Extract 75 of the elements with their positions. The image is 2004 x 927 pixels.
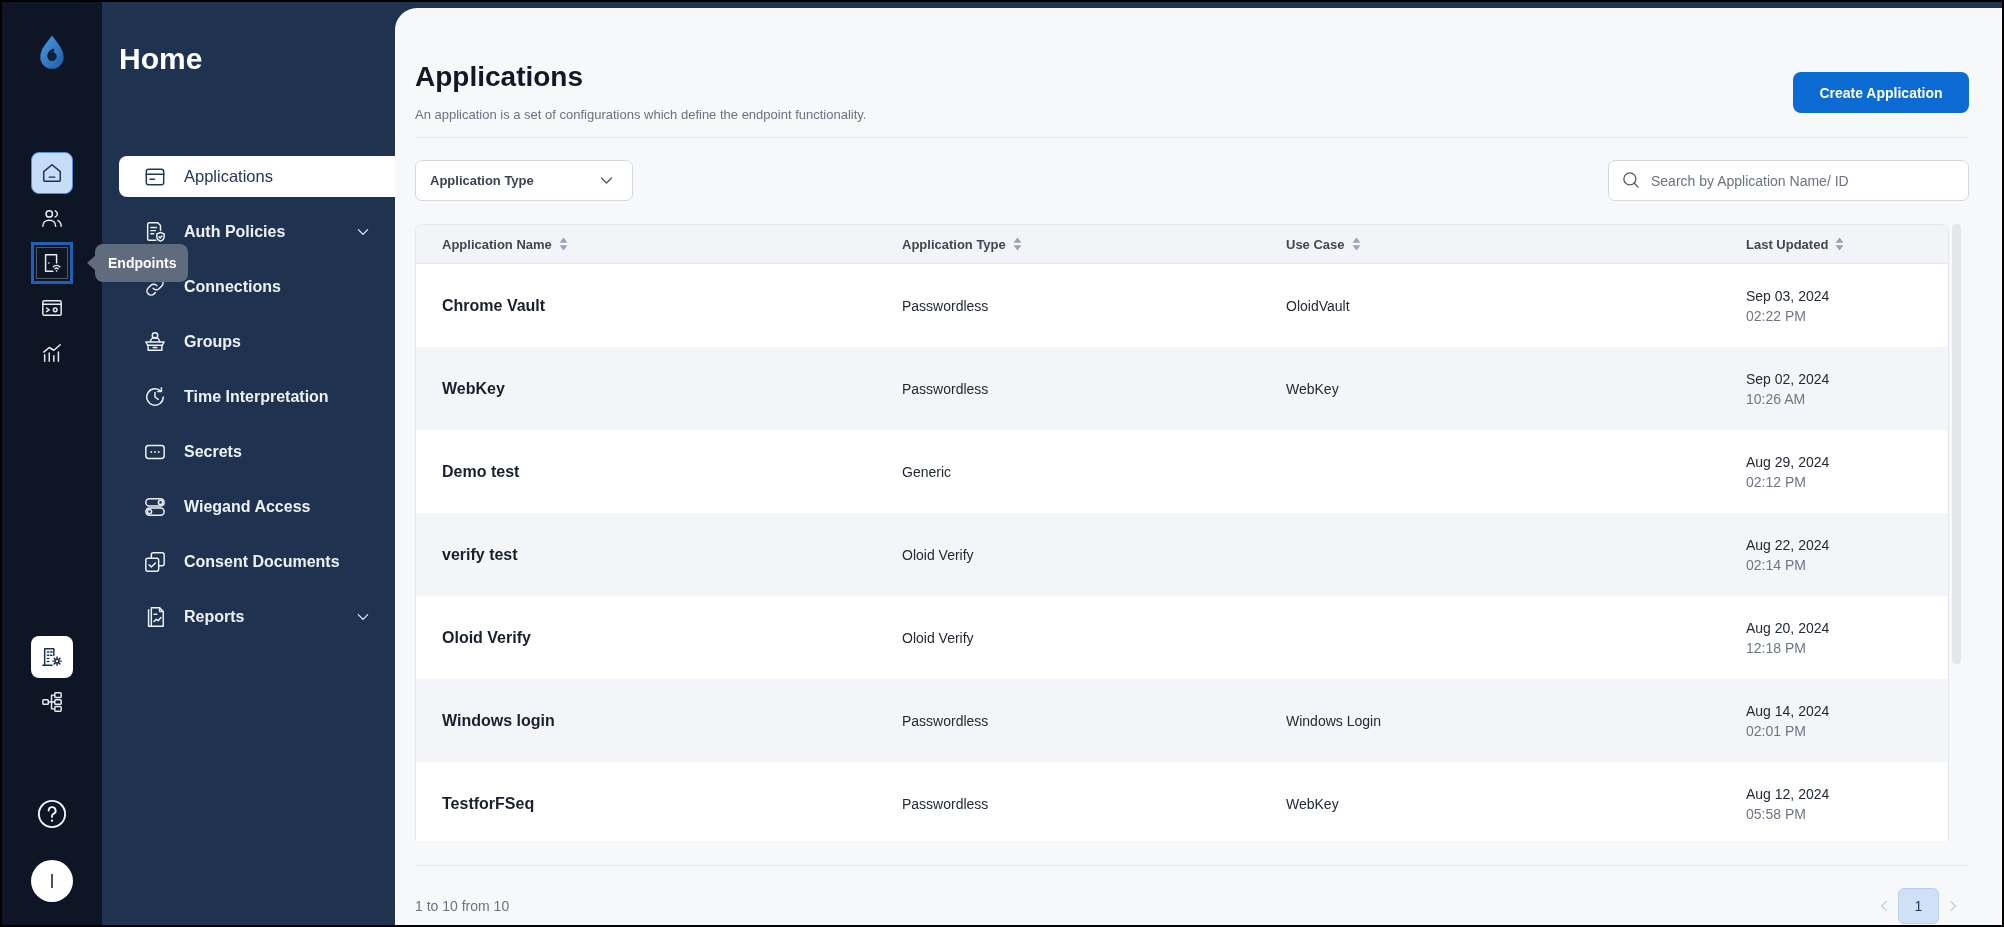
rail-button[interactable]: [31, 636, 73, 678]
clock-icon: [144, 385, 166, 408]
hierarchy-icon: [41, 691, 63, 713]
nav-item[interactable]: Applications: [119, 156, 395, 197]
updated-time: 02:01 PM: [1746, 721, 1807, 741]
create-application-button[interactable]: Create Application: [1793, 72, 1969, 113]
page-button[interactable]: 1: [1898, 888, 1939, 924]
use-case: Windows Login: [1286, 712, 1381, 729]
table-row[interactable]: Windows login Passwordless Windows Login Aug 14, 2024 02:01 PM: [416, 679, 1948, 762]
sidebar-title: Home: [119, 41, 203, 77]
window-icon: [144, 165, 166, 188]
updated-date: Aug 12, 2024: [1746, 784, 1830, 804]
column-header[interactable]: Use Case: [1286, 236, 1361, 252]
help-button[interactable]: [37, 799, 67, 829]
users-icon: [41, 207, 63, 229]
application-type: Passwordless: [902, 712, 989, 729]
updated-date: Sep 02, 2024: [1746, 369, 1830, 389]
column-header[interactable]: Application Name: [442, 236, 568, 252]
application-name: Chrome Vault: [442, 296, 546, 315]
updated-date: Aug 14, 2024: [1746, 701, 1830, 721]
drop-logo: [38, 35, 66, 70]
nav-item[interactable]: Groups: [119, 321, 395, 362]
building-gear-icon: [41, 646, 63, 668]
nav-item[interactable]: Wiegand Access: [119, 486, 395, 527]
application-type: Passwordless: [902, 795, 989, 812]
updated-time: 12:18 PM: [1746, 638, 1807, 658]
toggles-icon: [144, 495, 166, 518]
application-type: Generic: [902, 463, 952, 480]
application-type: Oloid Verify: [902, 629, 974, 646]
application-name: Demo test: [442, 462, 520, 481]
table-row[interactable]: WebKey Passwordless WebKey Sep 02, 2024 10:26 AM: [416, 347, 1948, 430]
updated-time: 02:22 PM: [1746, 306, 1807, 326]
use-case: WebKey: [1286, 380, 1339, 397]
terminal-icon: [41, 297, 63, 319]
column-header[interactable]: Last Updated: [1746, 236, 1845, 252]
avatar[interactable]: I: [31, 860, 73, 902]
application-name: TestforFSeq: [442, 794, 535, 813]
table-row[interactable]: verify test Oloid Verify Aug 22, 2024 02:14 PM: [416, 513, 1948, 596]
application-type: Passwordless: [902, 380, 989, 397]
filter-dropdown[interactable]: Application Type: [415, 160, 633, 201]
help-icon: [37, 799, 67, 829]
copy-check-icon: [144, 550, 166, 573]
use-case: OloidVault: [1286, 297, 1350, 314]
home-icon: [41, 162, 63, 184]
page-subtitle: An application is a set of configurations which define the endpoint functionality.: [415, 106, 867, 124]
document-shield-icon: [144, 220, 166, 243]
updated-date: Aug 29, 2024: [1746, 452, 1830, 472]
updated-time: 02:14 PM: [1746, 555, 1807, 575]
updated-time: 05:58 PM: [1746, 804, 1807, 824]
application-name: verify test: [442, 545, 518, 564]
use-case: WebKey: [1286, 795, 1339, 812]
nav-item[interactable]: Consent Documents: [119, 541, 395, 582]
application-name: WebKey: [442, 379, 505, 398]
updated-date: Aug 22, 2024: [1746, 535, 1830, 555]
page-title: Applications: [415, 60, 583, 94]
column-header[interactable]: Application Type: [902, 236, 1022, 252]
rail-button[interactable]: [31, 152, 73, 194]
search-field[interactable]: Search by Application Name/ ID: [1608, 160, 1969, 201]
chart-icon: [41, 342, 63, 364]
application-name: Windows login: [442, 711, 555, 730]
nav-item[interactable]: Secrets: [119, 431, 395, 472]
updated-date: Sep 03, 2024: [1746, 286, 1830, 306]
application-name: Oloid Verify: [442, 628, 531, 647]
nav-item[interactable]: Reports: [119, 596, 395, 637]
nav-item[interactable]: Time Interpretation: [119, 376, 395, 417]
updated-time: 02:12 PM: [1746, 472, 1807, 492]
updated-date: Aug 20, 2024: [1746, 618, 1830, 638]
person-box-icon: [144, 330, 166, 353]
application-type: Passwordless: [902, 297, 989, 314]
rail-button[interactable]: [31, 242, 73, 284]
search-icon: [1622, 171, 1640, 189]
application-type: Oloid Verify: [902, 546, 974, 563]
updated-time: 10:26 AM: [1746, 389, 1807, 409]
results-summary: 1 to 10 from 10: [415, 898, 510, 914]
nav-item[interactable]: Auth Policies: [119, 211, 395, 252]
